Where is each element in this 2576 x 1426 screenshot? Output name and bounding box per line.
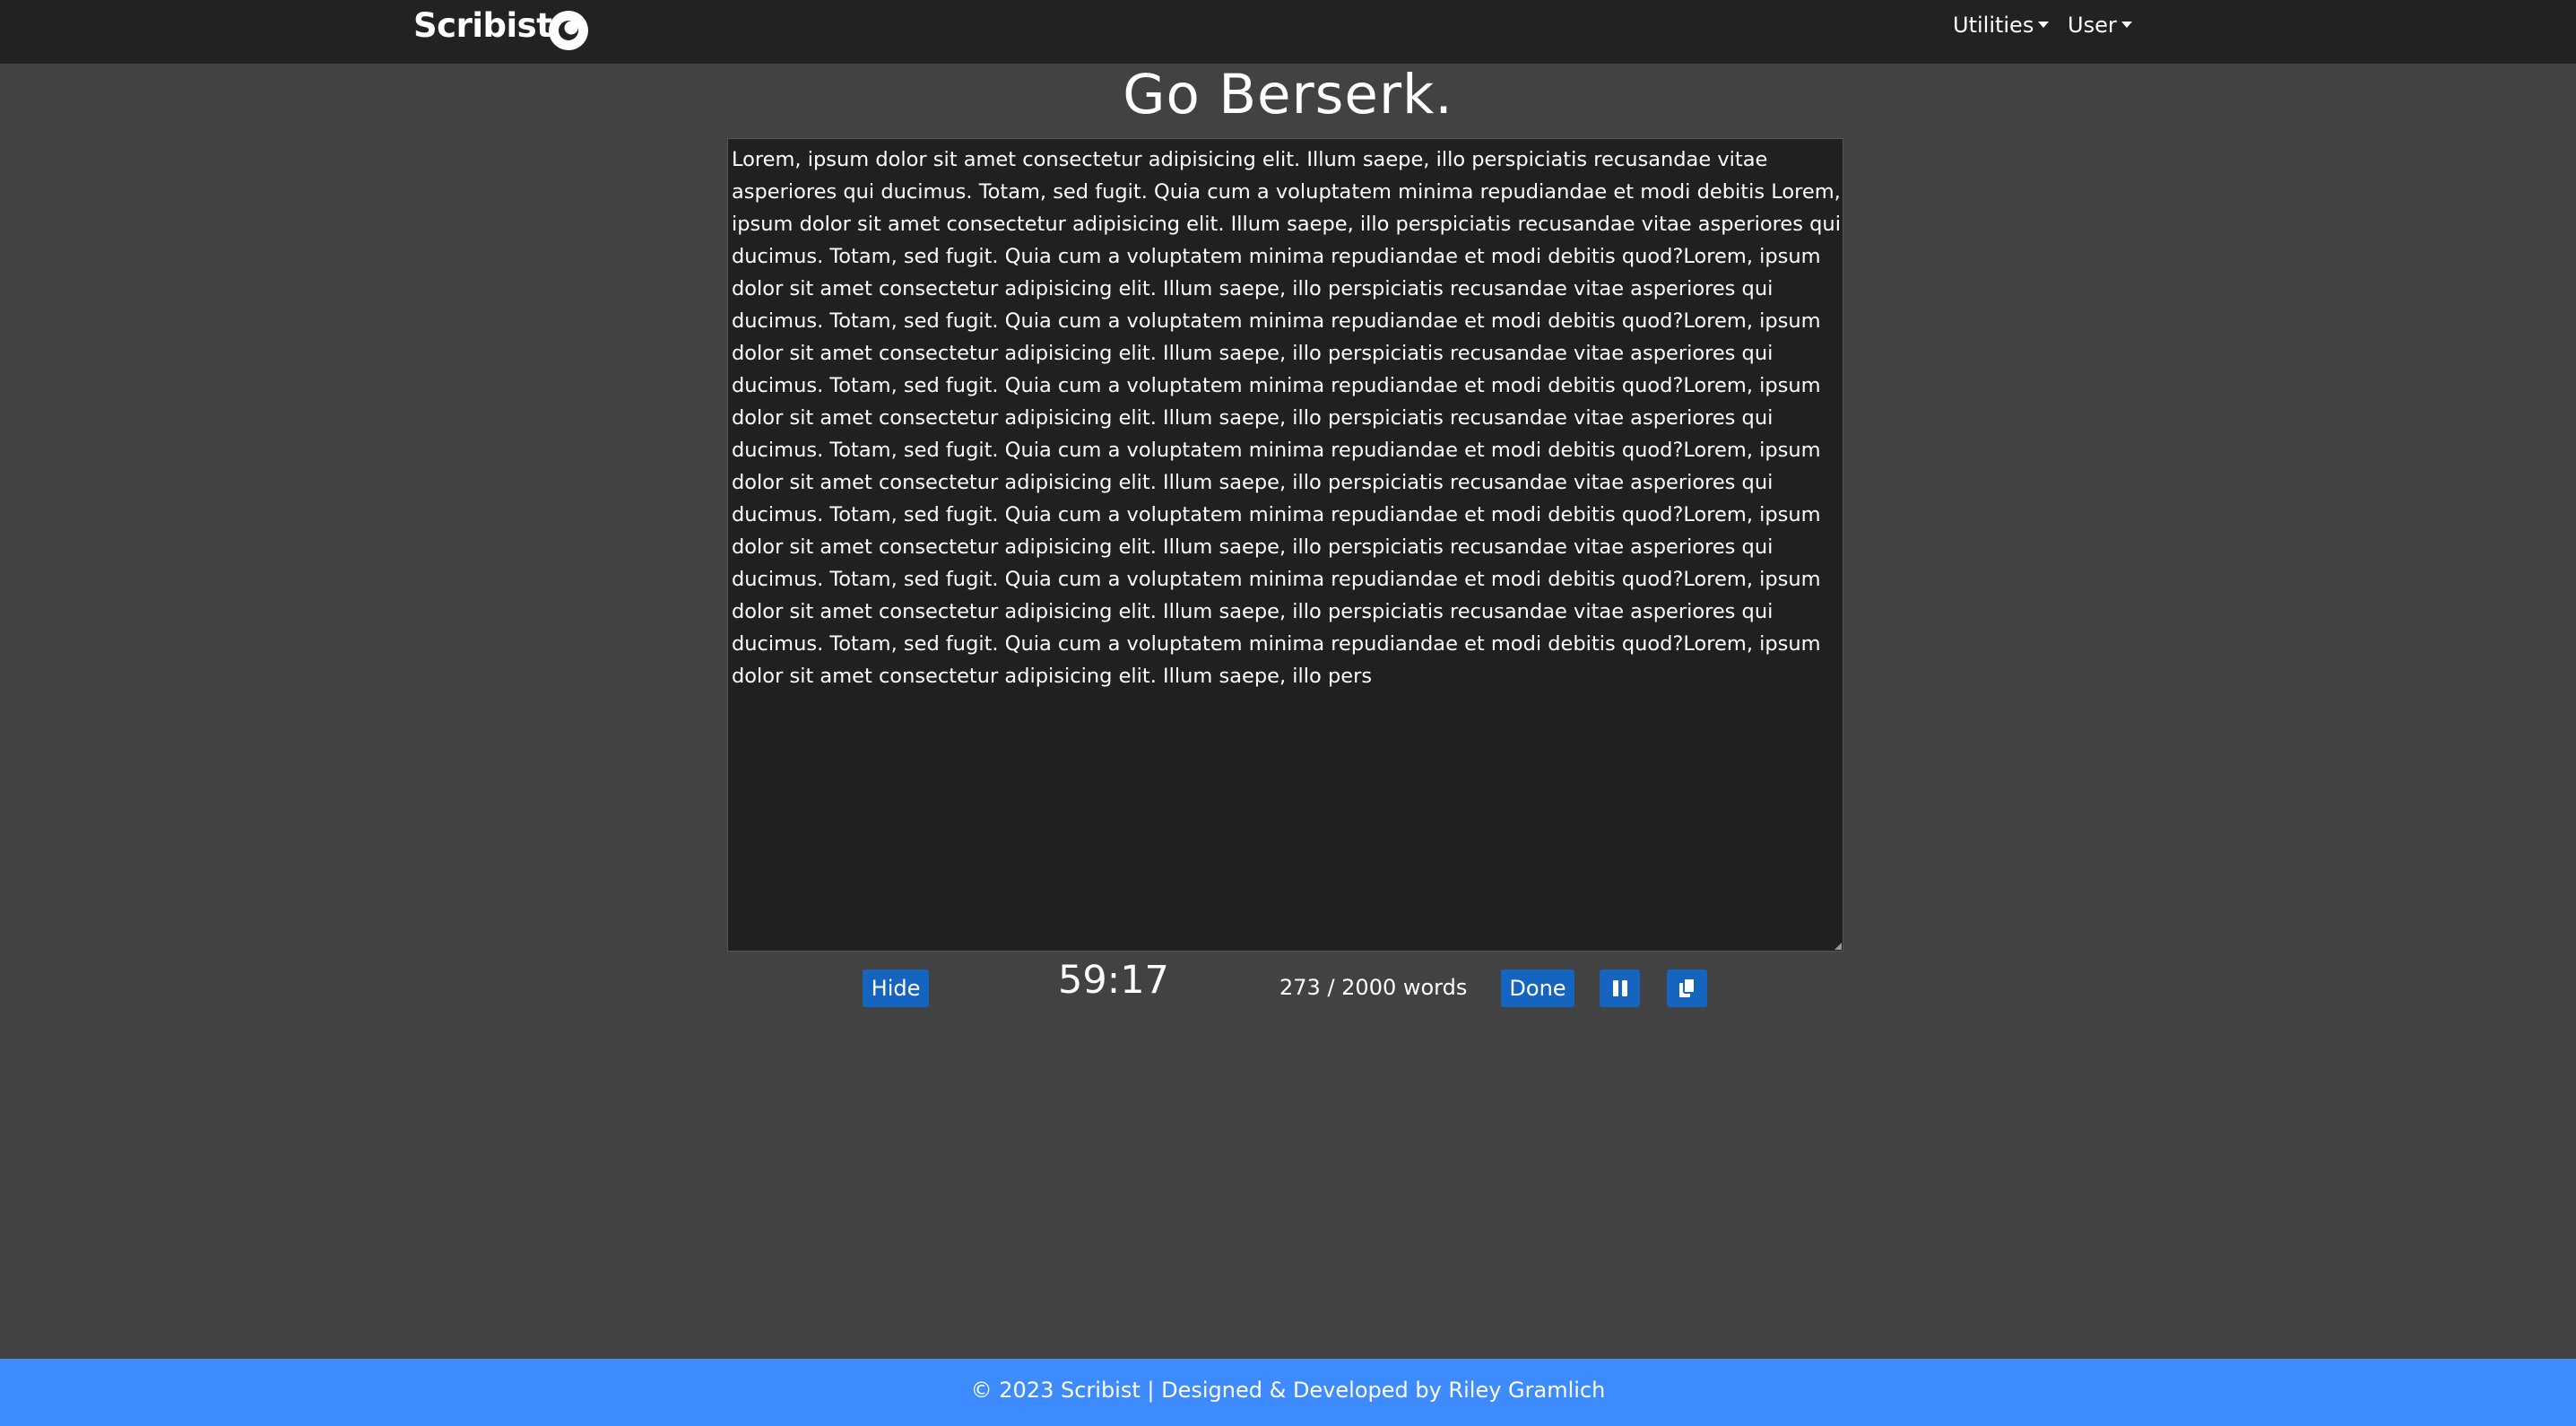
resize-handle[interactable] (1834, 943, 1842, 950)
moon-icon (559, 21, 578, 40)
editor-text: Lorem, ipsum dolor sit amet consectetur … (732, 148, 1841, 688)
utilities-menu-label: Utilities (1953, 13, 2034, 38)
chevron-down-icon (2038, 21, 2050, 28)
hide-button[interactable]: Hide (863, 970, 929, 1007)
word-count: 273 / 2000 words (1279, 975, 1468, 1000)
user-menu[interactable]: User (2068, 13, 2132, 38)
done-button[interactable]: Done (1501, 970, 1574, 1007)
utilities-menu[interactable]: Utilities (1953, 13, 2050, 38)
chevron-down-icon (2121, 21, 2132, 28)
footer-text: © 2023 Scribist | Designed & Developed b… (970, 1378, 1606, 1403)
page-title: Go Berserk. (1123, 63, 1453, 126)
page-footer: © 2023 Scribist | Designed & Developed b… (0, 1359, 2576, 1426)
user-menu-label: User (2068, 13, 2117, 38)
top-navbar: Scribist Utilities User (0, 0, 2576, 64)
pause-icon (1612, 980, 1627, 996)
brand-logo[interactable]: Scribist (413, 6, 552, 45)
countdown-timer: 59:17 (1058, 958, 1169, 1003)
copy-button[interactable] (1667, 970, 1707, 1007)
writing-textarea[interactable]: Lorem, ipsum dolor sit amet consectetur … (727, 138, 1843, 952)
pause-button[interactable] (1600, 970, 1640, 1007)
copy-icon (1678, 978, 1696, 997)
theme-toggle-button[interactable] (549, 11, 588, 50)
